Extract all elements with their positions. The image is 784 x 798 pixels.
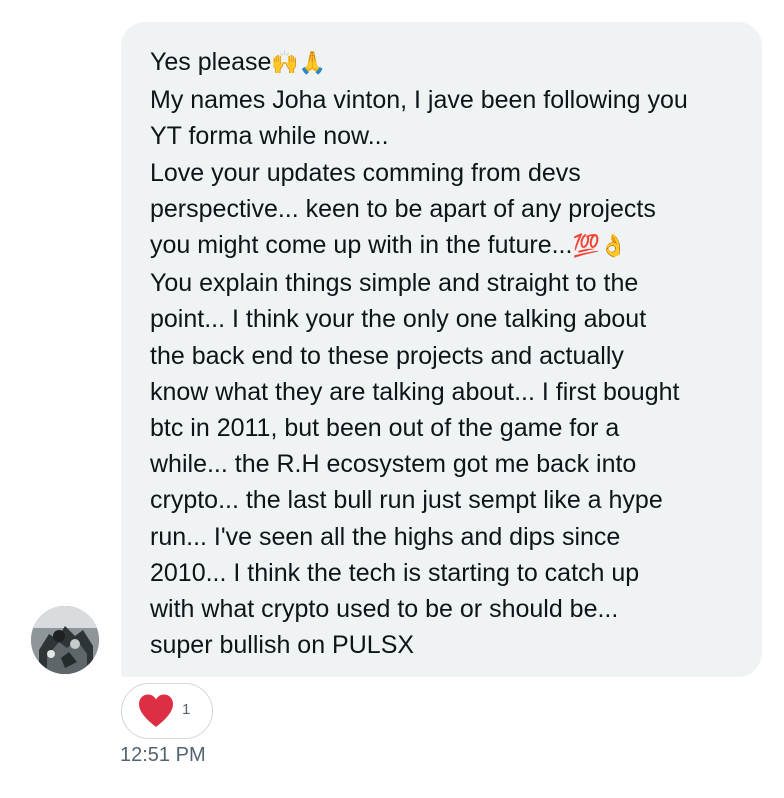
message-line: My names Joha vinton, I jave been follow… <box>150 86 688 115</box>
message-line: crypto... the last bull run just sempt l… <box>150 486 663 515</box>
message-bubble[interactable]: Yes please🙌🙏 My names Joha vinton, I jav… <box>121 22 762 677</box>
message-line: point... I think your the only one talki… <box>150 305 647 334</box>
message-line: with what crypto used to be or should be… <box>150 595 619 624</box>
message-line: You explain things simple and straight t… <box>150 269 639 298</box>
message-line: Yes please🙌🙏 <box>150 48 327 76</box>
message-line: run... I've seen all the highs and dips … <box>150 522 621 551</box>
message-line: know what they are talking about... I fi… <box>150 377 680 406</box>
message-line: YT forma while now... <box>150 122 389 151</box>
message-line: super bullish on PULSX <box>150 631 415 660</box>
heart-icon <box>139 694 173 727</box>
raised-hands-praying-emoji: 🙌🙏 <box>271 51 327 76</box>
message-line: perspective... keen to be apart of any p… <box>150 194 656 223</box>
message-line: while... the R.H ecosystem got me back i… <box>150 450 637 479</box>
reaction-count: 1 <box>182 701 191 718</box>
heart-reaction-button[interactable]: 1 <box>121 683 213 739</box>
sender-avatar[interactable] <box>31 606 99 674</box>
hundred-ok-hand-emoji: 💯👌 <box>572 234 628 260</box>
message-line: the back end to these projects and actua… <box>150 341 624 370</box>
message-line: Love your updates comming from devs <box>150 158 581 187</box>
avatar-image <box>31 606 99 674</box>
message-line: btc in 2011, but been out of the game fo… <box>150 414 620 443</box>
message-line: 2010... I think the tech is starting to … <box>150 558 640 587</box>
message-row: Yes please🙌🙏 My names Joha vinton, I jav… <box>0 0 784 798</box>
message-line: you might come up with in the future...💯… <box>150 231 628 260</box>
message-timestamp: 12:51 PM <box>120 744 206 766</box>
